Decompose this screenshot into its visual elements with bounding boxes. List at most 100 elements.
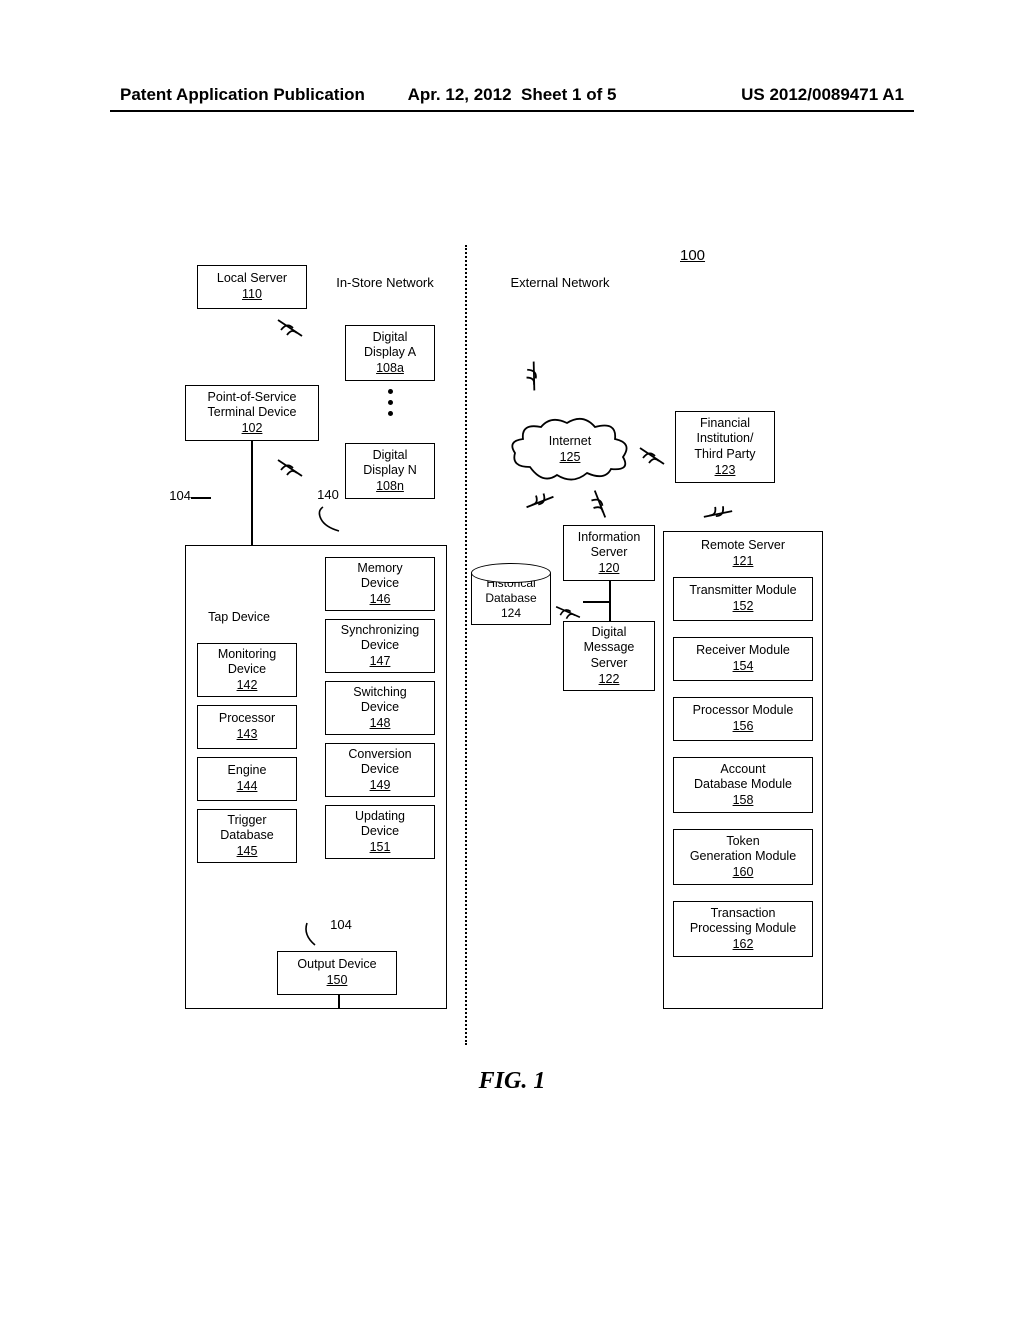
wifi-icon — [275, 453, 305, 483]
mon-l2: Device — [228, 662, 266, 678]
display-n-ref: 108n — [376, 479, 404, 495]
memory-l1: Memory — [357, 561, 402, 577]
monitoring-device-box: Monitoring Device 142 — [197, 643, 297, 697]
tx-l1: Transmitter Module — [689, 583, 796, 599]
fin-l3: Third Party — [694, 447, 755, 463]
wifi-icon — [697, 493, 739, 535]
pos-terminal-box: Point-of-Service Terminal Device 102 — [185, 385, 319, 441]
txn-l1: Transaction — [711, 906, 776, 922]
local-server-box: Local Server 110 — [197, 265, 307, 309]
txn-module-box: Transaction Processing Module 162 — [673, 901, 813, 957]
display-a-ref: 108a — [376, 361, 404, 377]
msg-l2: Message — [584, 640, 635, 656]
ref-104-label: 104 — [161, 488, 191, 503]
info-l1: Information — [578, 530, 641, 546]
sync-ref: 147 — [370, 654, 391, 670]
internet-cloud: Internet 125 — [505, 415, 635, 485]
msg-l1: Digital — [592, 625, 627, 641]
rx-ref: 154 — [733, 659, 754, 675]
eng-ref: 144 — [237, 779, 258, 795]
updating-l2: Device — [361, 824, 399, 840]
mon-ref: 142 — [237, 678, 258, 694]
rx-l1: Receiver Module — [696, 643, 790, 659]
figure-caption: FIG. 1 — [0, 1068, 1024, 1095]
wifi-icon — [275, 313, 305, 343]
information-server-box: Information Server 120 — [563, 525, 655, 581]
engine-box: Engine 144 — [197, 757, 297, 801]
display-a-l2: Display A — [364, 345, 416, 361]
conversion-device-box: Conversion Device 149 — [325, 743, 435, 797]
token-module-box: Token Generation Module 160 — [673, 829, 813, 885]
pos-l1: Point-of-Service — [208, 390, 297, 406]
wifi-icon — [637, 441, 667, 471]
conv-l2: Device — [361, 762, 399, 778]
info-l2: Server — [591, 545, 628, 561]
updating-l1: Updating — [355, 809, 405, 825]
local-server-label: Local Server — [217, 271, 287, 287]
connector-line — [609, 581, 611, 621]
out-l1: Output Device — [297, 957, 376, 973]
network-divider — [465, 245, 467, 1045]
proc-l1: Processor — [219, 711, 275, 727]
external-network-label: External Network — [495, 275, 625, 290]
connector-line — [251, 441, 253, 545]
remote-ref: 121 — [733, 554, 754, 570]
display-n-l2: Display N — [363, 463, 417, 479]
local-server-ref: 110 — [242, 287, 262, 303]
processor-module-box: Processor Module 156 — [673, 697, 813, 741]
internet-l1: Internet — [549, 434, 591, 450]
hist-ref: 124 — [501, 606, 521, 621]
tx-ref: 152 — [733, 599, 754, 615]
mon-l1: Monitoring — [218, 647, 276, 663]
transmitter-module-box: Transmitter Module 152 — [673, 577, 813, 621]
trigger-db-box: Trigger Database 145 — [197, 809, 297, 863]
proc-ref: 143 — [237, 727, 258, 743]
brace-icon — [313, 505, 347, 535]
pm-l1: Processor Module — [693, 703, 794, 719]
financial-institution-box: Financial Institution/ Third Party 123 — [675, 411, 775, 483]
connector-line — [583, 601, 609, 603]
receiver-module-box: Receiver Module 154 — [673, 637, 813, 681]
remote-l1: Remote Server — [701, 538, 785, 554]
pos-ref: 102 — [242, 421, 263, 437]
sync-l2: Device — [361, 638, 399, 654]
page: Patent Application Publication Apr. 12, … — [0, 0, 1024, 1320]
trig-l1: Trigger — [227, 813, 266, 829]
sync-l1: Synchronizing — [341, 623, 420, 639]
header-right: US 2012/0089471 A1 — [741, 85, 904, 105]
pm-ref: 156 — [733, 719, 754, 735]
tok-l1: Token — [726, 834, 759, 850]
acct-l2: Database Module — [694, 777, 792, 793]
info-ref: 120 — [599, 561, 620, 577]
trig-ref: 145 — [237, 844, 258, 860]
digital-message-server-box: Digital Message Server 122 — [563, 621, 655, 691]
tok-l2: Generation Module — [690, 849, 796, 865]
internet-label: Internet 125 — [505, 415, 635, 485]
account-db-module-box: Account Database Module 158 — [673, 757, 813, 813]
memory-l2: Device — [361, 576, 399, 592]
fin-l1: Financial — [700, 416, 750, 432]
sync-device-box: Synchronizing Device 147 — [325, 619, 435, 673]
trig-l2: Database — [220, 828, 274, 844]
in-store-network-label: In-Store Network — [320, 275, 450, 290]
header-rule — [110, 110, 914, 112]
fin-ref: 123 — [715, 463, 736, 479]
connector-line — [338, 995, 340, 1009]
wifi-icon — [513, 355, 555, 397]
msg-ref: 122 — [599, 672, 620, 688]
switch-l1: Switching — [353, 685, 407, 701]
txn-l2: Processing Module — [690, 921, 796, 937]
output-device-box: Output Device 150 — [277, 951, 397, 995]
fin-l2: Institution/ — [697, 431, 754, 447]
internet-ref: 125 — [560, 450, 581, 466]
conv-l1: Conversion — [348, 747, 411, 763]
switch-l2: Device — [361, 700, 399, 716]
tap-device-label: Tap Device — [204, 610, 274, 626]
display-n-box: Digital Display N 108n — [345, 443, 435, 499]
display-a-l1: Digital — [373, 330, 408, 346]
updating-device-box: Updating Device 151 — [325, 805, 435, 859]
msg-l3: Server — [591, 656, 628, 672]
historical-db-cylinder: Historical Database 124 — [471, 563, 551, 635]
leader-104 — [191, 497, 211, 499]
ref-140-label: 140 — [313, 487, 343, 502]
